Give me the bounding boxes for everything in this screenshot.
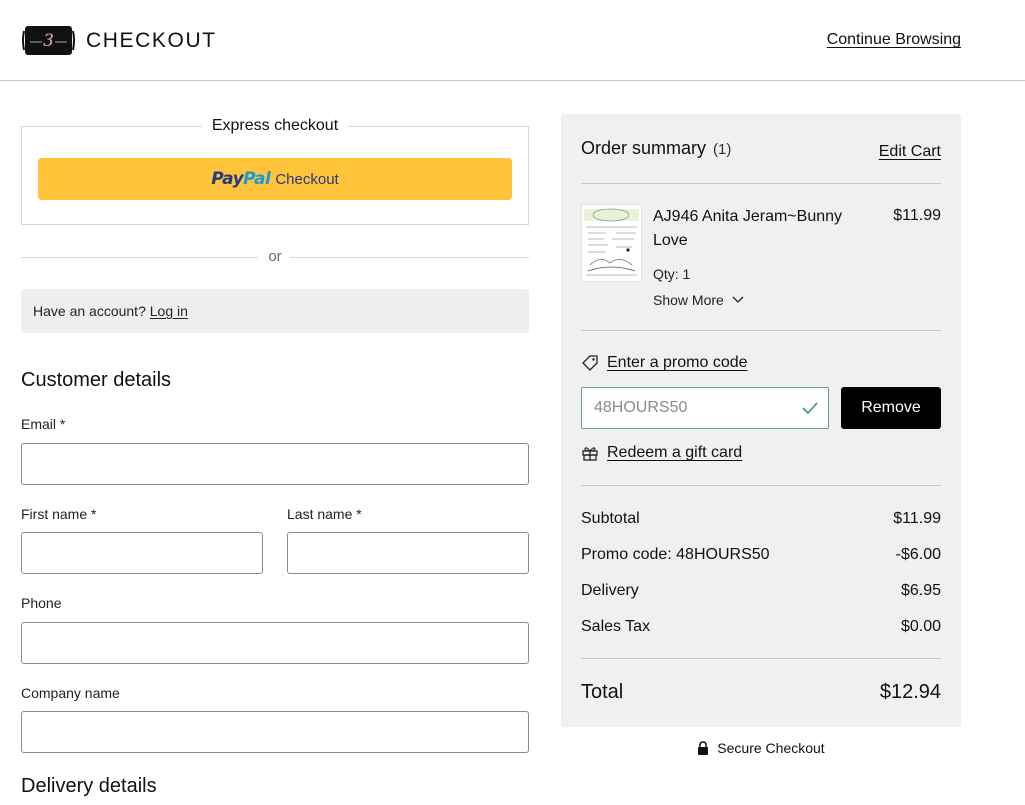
page-title: CHECKOUT (86, 29, 217, 52)
check-icon (802, 402, 818, 415)
account-prompt: Have an account? (33, 303, 146, 319)
delivery-label: Delivery (581, 582, 639, 599)
product-name: AJ946 Anita Jeram~Bunny Love (653, 208, 843, 249)
sales-tax-row: Sales Tax $0.00 (581, 618, 941, 636)
phone-label: Phone (21, 595, 62, 611)
express-checkout-box: Express checkout PayPal Checkout (21, 117, 529, 225)
company-name-field[interactable] (21, 711, 529, 753)
subtotal-row: Subtotal $11.99 (581, 510, 941, 528)
delivery-details-heading: Delivery details (21, 775, 157, 797)
product-thumbnail (581, 204, 642, 282)
product-price: $11.99 (893, 207, 941, 224)
continue-browsing-link[interactable]: Continue Browsing (827, 31, 961, 49)
customer-details-heading: Customer details (21, 369, 172, 391)
secure-checkout-label: Secure Checkout (717, 740, 825, 756)
last-name-field[interactable] (287, 532, 529, 574)
subtotal-value: $11.99 (893, 510, 941, 527)
summary-divider (581, 658, 941, 659)
promo-code-input-wrapper (581, 387, 829, 429)
promo-code-input[interactable] (582, 388, 792, 428)
email-field[interactable] (21, 443, 529, 485)
promo-link-label: Enter a promo code (607, 354, 748, 371)
or-divider: or (21, 247, 529, 267)
enter-promo-code-link[interactable]: Enter a promo code (581, 354, 748, 372)
svg-text:3: 3 (43, 31, 54, 51)
promo-discount-label: Promo code: 48HOURS50 (581, 546, 770, 563)
summary-divider (581, 330, 941, 331)
show-more-label: Show More (653, 292, 724, 308)
remove-promo-button[interactable]: Remove (841, 387, 941, 429)
gift-card-label: Redeem a gift card (607, 444, 743, 461)
sales-tax-label: Sales Tax (581, 618, 651, 635)
total-value: $12.94 (879, 681, 941, 703)
express-checkout-title: Express checkout (201, 117, 349, 135)
summary-divider (581, 485, 941, 486)
paypal-button-label: Checkout (275, 170, 339, 188)
header: 3 CHECKOUT Continue Browsing (0, 0, 1025, 81)
brand-logo[interactable]: 3 (22, 22, 75, 59)
paypal-logo: PayPal (211, 169, 271, 189)
sales-tax-value: $0.00 (900, 618, 941, 635)
email-label: Email * (21, 416, 66, 432)
show-more-toggle[interactable]: Show More (653, 292, 744, 308)
last-name-label: Last name * (287, 506, 362, 522)
edit-cart-link[interactable]: Edit Cart (879, 143, 941, 161)
first-name-field[interactable] (21, 532, 263, 574)
chevron-down-icon (732, 296, 744, 303)
gift-icon (582, 447, 598, 461)
tag-icon (582, 355, 598, 371)
company-name-label: Company name (21, 685, 120, 701)
summary-divider (581, 183, 941, 184)
phone-field[interactable] (21, 622, 529, 664)
redeem-gift-card-link[interactable]: Redeem a gift card (581, 444, 742, 462)
first-name-label: First name * (21, 506, 97, 522)
promo-discount-value: -$6.00 (895, 546, 941, 563)
subtotal-label: Subtotal (581, 510, 640, 527)
promo-discount-row: Promo code: 48HOURS50 -$6.00 (581, 546, 941, 564)
product-quantity: Qty: 1 (653, 266, 691, 282)
order-summary-panel: Order summary (1) Edit Cart AJ946 Anita … (561, 114, 961, 727)
secure-checkout-note: Secure Checkout (561, 740, 961, 756)
login-link[interactable]: Log in (150, 303, 188, 319)
order-summary-title: Order summary (1) (581, 138, 732, 158)
paypal-checkout-button[interactable]: PayPal Checkout (38, 158, 512, 200)
cart-count: (1) (713, 141, 732, 158)
total-row: Total $12.94 (581, 681, 941, 704)
lock-icon (698, 741, 709, 755)
delivery-value: $6.95 (900, 582, 941, 599)
account-login-banner: Have an account? Log in (21, 289, 529, 333)
total-label: Total (581, 681, 624, 703)
or-text: or (268, 248, 282, 265)
delivery-row: Delivery $6.95 (581, 582, 941, 600)
